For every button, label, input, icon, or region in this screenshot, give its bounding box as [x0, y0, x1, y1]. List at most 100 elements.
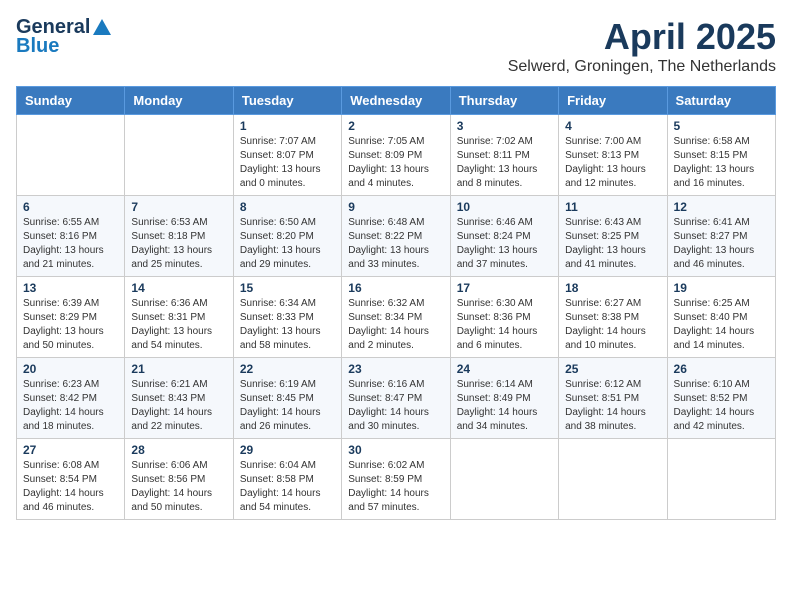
day-number: 7 — [131, 200, 226, 214]
calendar-day-cell: 29 Sunrise: 6:04 AMSunset: 8:58 PMDayligh… — [233, 439, 341, 520]
calendar-day-cell — [17, 115, 125, 196]
day-info: Sunrise: 6:04 AMSunset: 8:58 PMDaylight:… — [240, 459, 335, 515]
day-number: 25 — [565, 362, 660, 376]
page-header: General Blue April 2025 Selwerd, Groning… — [16, 16, 776, 76]
calendar-day-cell: 28 Sunrise: 6:06 AMSunset: 8:56 PMDayligh… — [125, 439, 233, 520]
day-info: Sunrise: 6:27 AMSunset: 8:38 PMDaylight:… — [565, 297, 660, 353]
calendar-day-cell: 11 Sunrise: 6:43 AMSunset: 8:25 PMDayligh… — [559, 196, 667, 277]
day-info: Sunrise: 6:43 AMSunset: 8:25 PMDaylight:… — [565, 216, 660, 272]
calendar-day-header: Thursday — [450, 87, 558, 115]
calendar-day-cell: 10 Sunrise: 6:46 AMSunset: 8:24 PMDayligh… — [450, 196, 558, 277]
day-info: Sunrise: 7:02 AMSunset: 8:11 PMDaylight:… — [457, 135, 552, 191]
day-number: 12 — [674, 200, 769, 214]
day-info: Sunrise: 6:21 AMSunset: 8:43 PMDaylight:… — [131, 378, 226, 434]
day-info: Sunrise: 6:14 AMSunset: 8:49 PMDaylight:… — [457, 378, 552, 434]
calendar-day-cell: 25 Sunrise: 6:12 AMSunset: 8:51 PMDayligh… — [559, 358, 667, 439]
day-number: 10 — [457, 200, 552, 214]
month-year-title: April 2025 — [508, 16, 776, 58]
calendar-day-cell: 16 Sunrise: 6:32 AMSunset: 8:34 PMDayligh… — [342, 277, 450, 358]
day-number: 26 — [674, 362, 769, 376]
calendar-day-cell — [559, 439, 667, 520]
day-number: 29 — [240, 443, 335, 457]
calendar-day-cell: 30 Sunrise: 6:02 AMSunset: 8:59 PMDayligh… — [342, 439, 450, 520]
calendar-day-cell: 15 Sunrise: 6:34 AMSunset: 8:33 PMDayligh… — [233, 277, 341, 358]
day-number: 27 — [23, 443, 118, 457]
day-number: 11 — [565, 200, 660, 214]
logo-triangle-icon — [93, 19, 111, 35]
day-info: Sunrise: 6:36 AMSunset: 8:31 PMDaylight:… — [131, 297, 226, 353]
day-number: 5 — [674, 119, 769, 133]
day-info: Sunrise: 6:30 AMSunset: 8:36 PMDaylight:… — [457, 297, 552, 353]
day-number: 30 — [348, 443, 443, 457]
day-info: Sunrise: 6:25 AMSunset: 8:40 PMDaylight:… — [674, 297, 769, 353]
calendar-day-cell: 4Sunrise: 7:00 AMSunset: 8:13 PMDaylight… — [559, 115, 667, 196]
calendar-day-header: Sunday — [17, 87, 125, 115]
calendar-day-cell: 27 Sunrise: 6:08 AMSunset: 8:54 PMDayligh… — [17, 439, 125, 520]
day-info: Sunrise: 6:58 AMSunset: 8:15 PMDaylight:… — [674, 135, 769, 191]
day-info: Sunrise: 6:46 AMSunset: 8:24 PMDaylight:… — [457, 216, 552, 272]
day-number: 3 — [457, 119, 552, 133]
calendar-day-cell: 3 Sunrise: 7:02 AMSunset: 8:11 PMDaylight… — [450, 115, 558, 196]
calendar-week-row: 13 Sunrise: 6:39 AMSunset: 8:29 PMDayligh… — [17, 277, 776, 358]
day-info: Sunrise: 6:34 AMSunset: 8:33 PMDaylight:… — [240, 297, 335, 353]
day-number: 14 — [131, 281, 226, 295]
day-info: Sunrise: 7:07 AMSunset: 8:07 PMDaylight:… — [240, 135, 335, 191]
day-info: Sunrise: 6:23 AMSunset: 8:42 PMDaylight:… — [23, 378, 118, 434]
day-number: 16 — [348, 281, 443, 295]
logo-blue: Blue — [16, 35, 111, 58]
day-info: Sunrise: 6:50 AMSunset: 8:20 PMDaylight:… — [240, 216, 335, 272]
calendar-day-cell: 19 Sunrise: 6:25 AMSunset: 8:40 PMDayligh… — [667, 277, 775, 358]
calendar-day-cell: 13 Sunrise: 6:39 AMSunset: 8:29 PMDayligh… — [17, 277, 125, 358]
calendar-day-cell: 1 Sunrise: 7:07 AMSunset: 8:07 PMDaylight… — [233, 115, 341, 196]
day-number: 19 — [674, 281, 769, 295]
day-info: Sunrise: 6:02 AMSunset: 8:59 PMDaylight:… — [348, 459, 443, 515]
day-info: Sunrise: 6:19 AMSunset: 8:45 PMDaylight:… — [240, 378, 335, 434]
day-info: Sunrise: 6:39 AMSunset: 8:29 PMDaylight:… — [23, 297, 118, 353]
day-info: Sunrise: 6:08 AMSunset: 8:54 PMDaylight:… — [23, 459, 118, 515]
day-info: Sunrise: 6:06 AMSunset: 8:56 PMDaylight:… — [131, 459, 226, 515]
calendar-day-header: Wednesday — [342, 87, 450, 115]
day-number: 21 — [131, 362, 226, 376]
location-subtitle: Selwerd, Groningen, The Netherlands — [508, 58, 776, 76]
day-number: 15 — [240, 281, 335, 295]
day-number: 18 — [565, 281, 660, 295]
day-number: 20 — [23, 362, 118, 376]
day-info: Sunrise: 7:00 AMSunset: 8:13 PMDaylight:… — [565, 135, 660, 191]
day-number: 2 — [348, 119, 443, 133]
calendar-week-row: 20 Sunrise: 6:23 AMSunset: 8:42 PMDayligh… — [17, 358, 776, 439]
calendar-body: 1 Sunrise: 7:07 AMSunset: 8:07 PMDaylight… — [17, 115, 776, 520]
calendar-day-cell: 21 Sunrise: 6:21 AMSunset: 8:43 PMDayligh… — [125, 358, 233, 439]
calendar-day-cell: 18 Sunrise: 6:27 AMSunset: 8:38 PMDayligh… — [559, 277, 667, 358]
day-number: 17 — [457, 281, 552, 295]
day-info: Sunrise: 6:48 AMSunset: 8:22 PMDaylight:… — [348, 216, 443, 272]
calendar-day-cell: 12 Sunrise: 6:41 AMSunset: 8:27 PMDayligh… — [667, 196, 775, 277]
calendar-day-cell: 22 Sunrise: 6:19 AMSunset: 8:45 PMDayligh… — [233, 358, 341, 439]
day-info: Sunrise: 7:05 AMSunset: 8:09 PMDaylight:… — [348, 135, 443, 191]
day-info: Sunrise: 6:10 AMSunset: 8:52 PMDaylight:… — [674, 378, 769, 434]
day-number: 1 — [240, 119, 335, 133]
calendar-day-cell: 2 Sunrise: 7:05 AMSunset: 8:09 PMDaylight… — [342, 115, 450, 196]
day-number: 22 — [240, 362, 335, 376]
day-number: 13 — [23, 281, 118, 295]
calendar-day-cell: 7 Sunrise: 6:53 AMSunset: 8:18 PMDaylight… — [125, 196, 233, 277]
calendar-day-header: Tuesday — [233, 87, 341, 115]
day-number: 8 — [240, 200, 335, 214]
calendar-day-header: Friday — [559, 87, 667, 115]
day-info: Sunrise: 6:12 AMSunset: 8:51 PMDaylight:… — [565, 378, 660, 434]
calendar-day-cell — [125, 115, 233, 196]
calendar-day-cell: 26 Sunrise: 6:10 AMSunset: 8:52 PMDayligh… — [667, 358, 775, 439]
title-block: April 2025 Selwerd, Groningen, The Nethe… — [508, 16, 776, 76]
day-number: 6 — [23, 200, 118, 214]
day-number: 24 — [457, 362, 552, 376]
day-number: 28 — [131, 443, 226, 457]
calendar-table: SundayMondayTuesdayWednesdayThursdayFrid… — [16, 86, 776, 520]
day-info: Sunrise: 6:53 AMSunset: 8:18 PMDaylight:… — [131, 216, 226, 272]
calendar-day-cell: 6Sunrise: 6:55 AMSunset: 8:16 PMDaylight… — [17, 196, 125, 277]
day-info: Sunrise: 6:32 AMSunset: 8:34 PMDaylight:… — [348, 297, 443, 353]
calendar-day-header: Monday — [125, 87, 233, 115]
calendar-day-cell: 23Sunrise: 6:16 AMSunset: 8:47 PMDayligh… — [342, 358, 450, 439]
day-number: 9 — [348, 200, 443, 214]
calendar-day-cell — [667, 439, 775, 520]
calendar-day-header: Saturday — [667, 87, 775, 115]
day-info: Sunrise: 6:41 AMSunset: 8:27 PMDaylight:… — [674, 216, 769, 272]
